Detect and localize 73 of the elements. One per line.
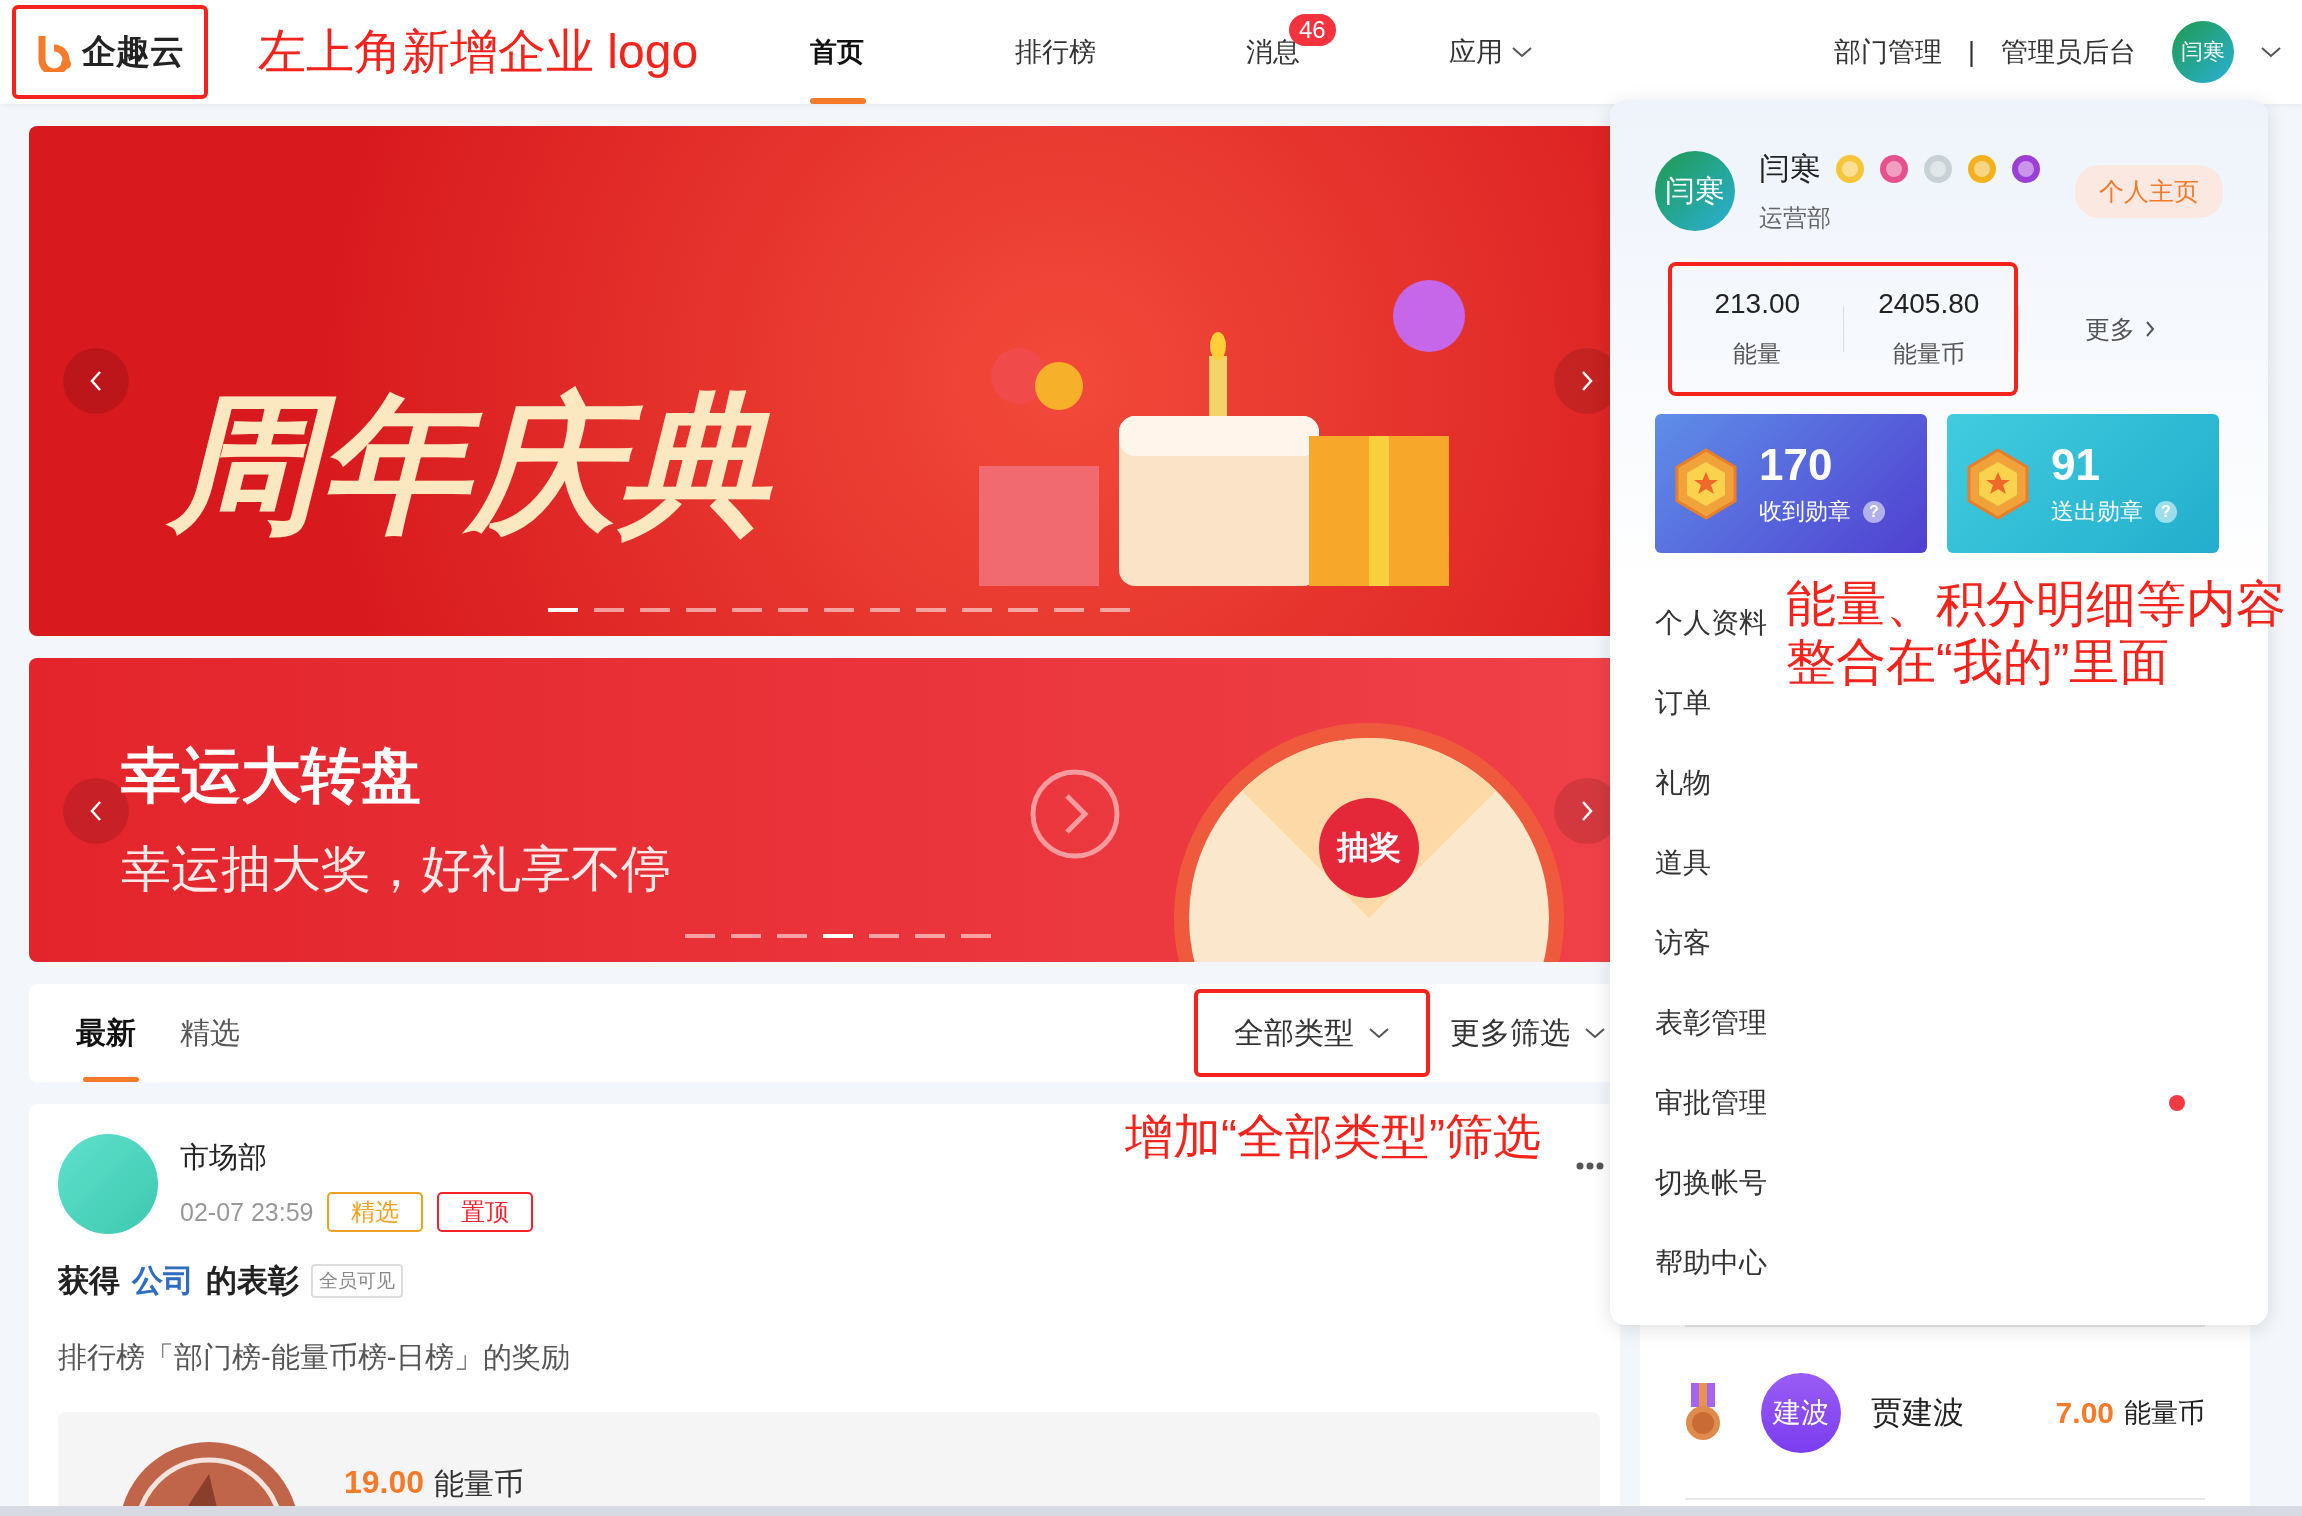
achievement-badge-icon <box>1879 154 1909 184</box>
bronze-medal-icon <box>1685 1382 1721 1443</box>
medal-label: 送出勋章 <box>2051 497 2143 526</box>
more-link[interactable]: 更多 <box>2079 311 2161 347</box>
menu-item[interactable]: 访客 <box>1655 913 1711 973</box>
separator: | <box>1968 36 1975 68</box>
menu-item[interactable]: 切换帐号 <box>1655 1153 1767 1213</box>
active-underline <box>810 98 866 104</box>
annotation-text: 能量、积分明细等内容 整合在“我的”里面 <box>1786 575 2286 691</box>
user-avatar: 闫寒 <box>1655 151 1735 231</box>
feed-tab[interactable]: 最新 <box>54 984 158 1082</box>
coin-amount: 7.00 <box>2055 1395 2114 1430</box>
stat-label: 能量币 <box>1891 339 1966 369</box>
medal-icon <box>1967 447 2029 520</box>
reward-amount: 19.00 <box>344 1464 425 1502</box>
achievement-badge-icon <box>1967 154 1997 184</box>
chevron-left-icon <box>89 370 103 392</box>
play-circle-icon <box>1029 768 1121 860</box>
reward-unit: 能量币 <box>434 1466 525 1502</box>
menu-item[interactable]: 审批管理 <box>1655 1073 1767 1133</box>
stat-value: 213.00 <box>1713 288 1802 320</box>
banner-subtitle: 幸运抽大奖，好礼享不停 <box>121 840 671 899</box>
post-description: 排行榜「部门榜-能量币榜-日榜」的奖励 <box>58 1340 572 1375</box>
post-author[interactable]: 市场部 <box>180 1138 534 1178</box>
annotation-text: 增加“全部类型”筛选 <box>1125 1109 1541 1165</box>
nav-link[interactable]: 部门管理 <box>1834 34 1942 70</box>
nav-link[interactable]: 管理员后台 <box>2001 34 2136 70</box>
stat-value: 2405.80 <box>1877 288 1981 320</box>
stat-label: 能量 <box>1732 339 1783 369</box>
feed-tab[interactable]: 精选 <box>158 984 262 1082</box>
caret-icon <box>1368 1026 1390 1040</box>
coin-unit: 能量币 <box>2124 1396 2205 1430</box>
medal-count: 170 <box>1759 440 1834 490</box>
more-icon[interactable] <box>1576 1162 1604 1170</box>
user-name: 贾建波 <box>1871 1393 1964 1432</box>
user-department: 运营部 <box>1759 203 1832 233</box>
user-avatar: 建波 <box>1761 1372 1841 1453</box>
chevron-right-icon <box>1580 800 1594 822</box>
nav-tab[interactable]: 排行榜 <box>946 0 1164 104</box>
chevron-right-icon <box>2145 320 2155 338</box>
post-tag: 精选 <box>327 1192 424 1232</box>
menu-item[interactable]: 帮助中心 <box>1655 1233 1767 1293</box>
achievement-badge-icon <box>1923 154 1953 184</box>
caret-icon <box>2260 45 2282 59</box>
chevron-left-icon <box>89 800 103 822</box>
logo[interactable]: 企趣云 <box>12 5 208 99</box>
user-name: 闫寒 <box>1759 150 1821 188</box>
company-link[interactable]: 公司 <box>132 1260 194 1302</box>
post-title: 获得 <box>58 1262 120 1300</box>
filter-dropdown[interactable]: 全部类型 <box>1194 989 1430 1077</box>
chevron-right-icon <box>1580 370 1594 392</box>
medal-count: 91 <box>2051 440 2101 490</box>
menu-item[interactable]: 礼物 <box>1655 753 1711 813</box>
menu-item[interactable]: 个人资料 <box>1655 593 1767 653</box>
nav-tab[interactable]: 应用 <box>1382 0 1600 104</box>
medal-icon <box>1675 447 1737 520</box>
post-tag: 置顶 <box>437 1192 534 1232</box>
menu-item[interactable]: 表彰管理 <box>1655 993 1767 1053</box>
banner-title: 幸运大转盘 <box>121 741 421 811</box>
nav-tab[interactable]: 首页 <box>728 0 946 104</box>
logo-text: 企趣云 <box>82 31 184 72</box>
post-title: 的表彰 <box>206 1262 299 1300</box>
medal-label: 收到勋章 <box>1759 497 1851 526</box>
medal-card[interactable]: 170 收到勋章 ? <box>1655 414 1927 553</box>
achievement-badge-icon <box>1835 154 1865 184</box>
annotation-text: 左上角新增企业 logo <box>258 24 700 80</box>
achievement-badge-icon <box>2011 154 2041 184</box>
visibility-label: 全员可见 <box>311 1264 403 1298</box>
post-time: 02-07 23:59 <box>180 1197 314 1227</box>
caret-icon <box>1584 1026 1606 1040</box>
menu-item[interactable]: 订单 <box>1655 673 1711 733</box>
active-underline <box>83 1077 139 1082</box>
menu-item[interactable]: 道具 <box>1655 833 1711 893</box>
